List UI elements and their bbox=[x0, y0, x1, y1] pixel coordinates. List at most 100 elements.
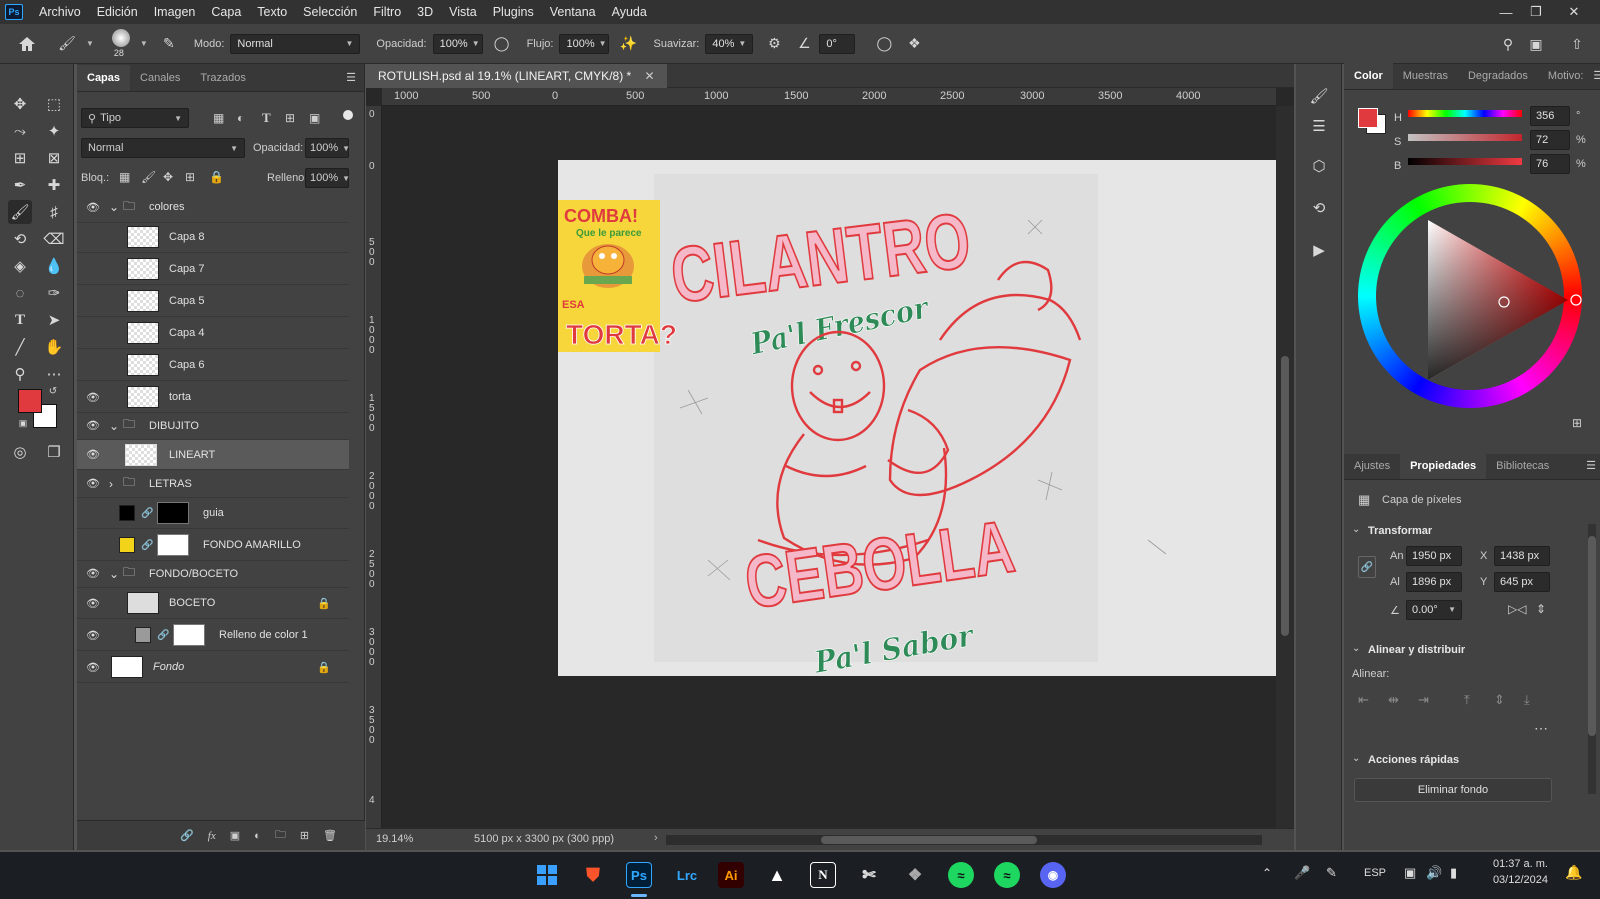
illustrator-icon[interactable]: Ai bbox=[718, 862, 744, 888]
x-input[interactable]: 1438 px bbox=[1494, 546, 1550, 566]
tab-muestras[interactable]: Muestras bbox=[1393, 63, 1458, 89]
clock-date[interactable]: 03/12/2024 bbox=[1482, 874, 1548, 886]
flip-horizontal-icon[interactable]: ▷◁ bbox=[1508, 602, 1526, 616]
lock-artboard-icon[interactable]: ⊞ bbox=[185, 170, 195, 184]
history-panel-icon[interactable]: ⟲ bbox=[1307, 196, 1331, 220]
visibility-toggle[interactable] bbox=[83, 356, 101, 374]
filter-shape-icon[interactable]: ⊞ bbox=[285, 111, 295, 125]
brush-tool-icon[interactable]: 🖌 bbox=[56, 33, 78, 55]
screen-mode-icon[interactable]: ❐ bbox=[42, 440, 66, 464]
chevron-down-icon[interactable]: ▼ bbox=[86, 39, 94, 48]
gear-icon[interactable]: ⚙ bbox=[763, 33, 785, 55]
layer-guia[interactable]: 🔗 guia bbox=[77, 498, 349, 529]
panel-menu-icon[interactable]: ☰ bbox=[346, 65, 356, 91]
share-icon[interactable]: ⇧ bbox=[1566, 33, 1588, 55]
pressure-opacity-icon[interactable]: ◯ bbox=[491, 33, 513, 55]
blur-tool-icon[interactable]: 💧 bbox=[42, 254, 66, 278]
document-info[interactable]: 5100 px x 3300 px (300 ppp) bbox=[474, 833, 614, 845]
menu-capa[interactable]: Capa bbox=[203, 0, 249, 24]
discord-icon[interactable]: ◉ bbox=[1040, 862, 1066, 888]
photoshop-taskbar-icon[interactable]: Ps bbox=[626, 862, 652, 888]
filter-adjustment-icon[interactable]: ◐ bbox=[237, 111, 244, 125]
chevron-right-icon[interactable]: › bbox=[654, 832, 658, 844]
language-indicator[interactable]: ESP bbox=[1364, 867, 1386, 879]
pressure-size-icon[interactable]: ◯ bbox=[873, 33, 895, 55]
filter-type-icon[interactable]: T bbox=[262, 110, 271, 126]
menu-filtro[interactable]: Filtro bbox=[365, 0, 409, 24]
history-brush-tool-icon[interactable]: ⟲ bbox=[8, 227, 32, 251]
height-input[interactable]: 1896 px bbox=[1406, 572, 1462, 592]
quick-mask-icon[interactable]: ◎ bbox=[8, 440, 32, 464]
more-tools-icon[interactable]: ⋯ bbox=[42, 362, 66, 386]
close-tab-icon[interactable]: ✕ bbox=[645, 69, 655, 83]
smoothing-input[interactable]: 40% ▼ bbox=[705, 33, 754, 54]
blend-mode-select[interactable]: Normal ▼ bbox=[81, 138, 245, 158]
layer-capa-4[interactable]: Capa 4 bbox=[77, 318, 349, 349]
magic-wand-tool-icon[interactable]: ✦ bbox=[42, 119, 66, 143]
chevron-down-icon[interactable]: ⌄ bbox=[109, 200, 119, 214]
actions-play-icon[interactable]: ▶ bbox=[1307, 238, 1331, 262]
canvas[interactable]: COMBA! Que le parece ESA TORTA? CILANTRO… bbox=[558, 160, 1278, 681]
panel-menu-icon[interactable]: ☰ bbox=[1586, 453, 1596, 479]
move-tool-icon[interactable]: ✥ bbox=[8, 92, 32, 116]
healing-tool-icon[interactable]: ✚ bbox=[42, 173, 66, 197]
flow-input[interactable]: 100% ▼ bbox=[559, 33, 610, 54]
battery-icon[interactable]: ▮ bbox=[1450, 865, 1457, 881]
fx-icon[interactable]: fx bbox=[208, 830, 216, 842]
frame-tool-icon[interactable]: ⊠ bbox=[42, 146, 66, 170]
lock-transparency-icon[interactable]: ▦ bbox=[119, 170, 130, 184]
hand-tool-icon[interactable]: ✋ bbox=[42, 335, 66, 359]
search-icon[interactable]: ⚲ bbox=[1497, 33, 1519, 55]
chevron-up-icon[interactable]: ⌃ bbox=[1262, 866, 1272, 880]
spotify-icon[interactable]: ≈ bbox=[948, 862, 974, 888]
menu-plugins[interactable]: Plugins bbox=[485, 0, 542, 24]
layer-group-dibujito[interactable]: 👁 ⌄ 🗀 DIBUJITO bbox=[77, 412, 349, 440]
new-layer-icon[interactable]: ⊞ bbox=[300, 829, 309, 842]
layer-group-letras[interactable]: 👁 › 🗀 LETRAS bbox=[77, 470, 349, 498]
link-layers-icon[interactable]: 🔗 bbox=[180, 829, 194, 842]
visibility-toggle[interactable] bbox=[83, 504, 101, 522]
menu-imagen[interactable]: Imagen bbox=[146, 0, 204, 24]
pen-icon[interactable]: ✎ bbox=[1326, 865, 1337, 881]
workspace-icon[interactable]: ▣ bbox=[1525, 33, 1547, 55]
document-tab[interactable]: ROTULISH.psd al 19.1% (LINEART, CMYK/8) … bbox=[366, 64, 667, 88]
stamp-tool-icon[interactable]: ♯ bbox=[42, 200, 66, 224]
filter-smart-object-icon[interactable]: ▣ bbox=[309, 111, 320, 125]
add-mask-icon[interactable]: ▣ bbox=[230, 829, 240, 842]
dodge-tool-icon[interactable]: ◌ bbox=[8, 281, 32, 305]
eyedropper-tool-icon[interactable]: ✒ bbox=[8, 173, 32, 197]
menu-texto[interactable]: Texto bbox=[249, 0, 295, 24]
network-icon[interactable]: ▣ bbox=[1404, 865, 1416, 881]
more-options-icon[interactable]: ⋯ bbox=[1534, 720, 1548, 737]
paint-bucket-tool-icon[interactable]: ◈ bbox=[8, 254, 32, 278]
new-group-icon[interactable]: 🗀 bbox=[275, 826, 286, 845]
chevron-right-icon[interactable]: › bbox=[109, 477, 113, 491]
tab-bibliotecas[interactable]: Bibliotecas bbox=[1486, 453, 1559, 479]
tab-propiedades[interactable]: Propiedades bbox=[1400, 453, 1487, 479]
notion-icon[interactable]: N bbox=[810, 862, 836, 888]
scroll-thumb[interactable] bbox=[1588, 536, 1596, 736]
tab-motivo[interactable]: Motivo: bbox=[1538, 63, 1593, 89]
line-tool-icon[interactable]: ╱ bbox=[8, 335, 32, 359]
brush-preset-picker[interactable]: 28 bbox=[106, 27, 136, 61]
tab-color[interactable]: Color bbox=[1344, 63, 1393, 89]
visibility-toggle[interactable] bbox=[83, 324, 101, 342]
menu-vista[interactable]: Vista bbox=[441, 0, 485, 24]
chevron-down-icon[interactable]: ⌄ bbox=[109, 567, 119, 581]
microphone-icon[interactable]: 🎤 bbox=[1294, 865, 1310, 881]
align-center-h-icon[interactable]: ⇹ bbox=[1388, 692, 1399, 708]
lock-pixels-icon[interactable]: 🖌 bbox=[141, 170, 156, 184]
brush-presets-panel-icon[interactable]: ☰ bbox=[1307, 114, 1331, 138]
lasso-tool-icon[interactable]: ⤳ bbox=[8, 119, 32, 143]
eye-icon[interactable]: 👁 bbox=[85, 595, 101, 611]
crop-tool-icon[interactable]: ⊞ bbox=[8, 146, 32, 170]
eye-icon[interactable]: 👁 bbox=[85, 389, 101, 405]
windows-start-icon[interactable] bbox=[534, 862, 560, 888]
vertical-scrollbar[interactable] bbox=[1276, 106, 1294, 828]
saturation-slider[interactable] bbox=[1408, 134, 1522, 141]
filter-toggle-icon[interactable] bbox=[343, 110, 353, 120]
layer-group-fondo-boceto[interactable]: 👁 ⌄ 🗀 FONDO/BOCETO bbox=[77, 560, 349, 588]
align-bottom-icon[interactable]: ⤓ bbox=[1524, 692, 1530, 708]
angle-input[interactable]: 0° bbox=[819, 33, 856, 54]
hue-input[interactable]: 356 bbox=[1530, 106, 1570, 126]
